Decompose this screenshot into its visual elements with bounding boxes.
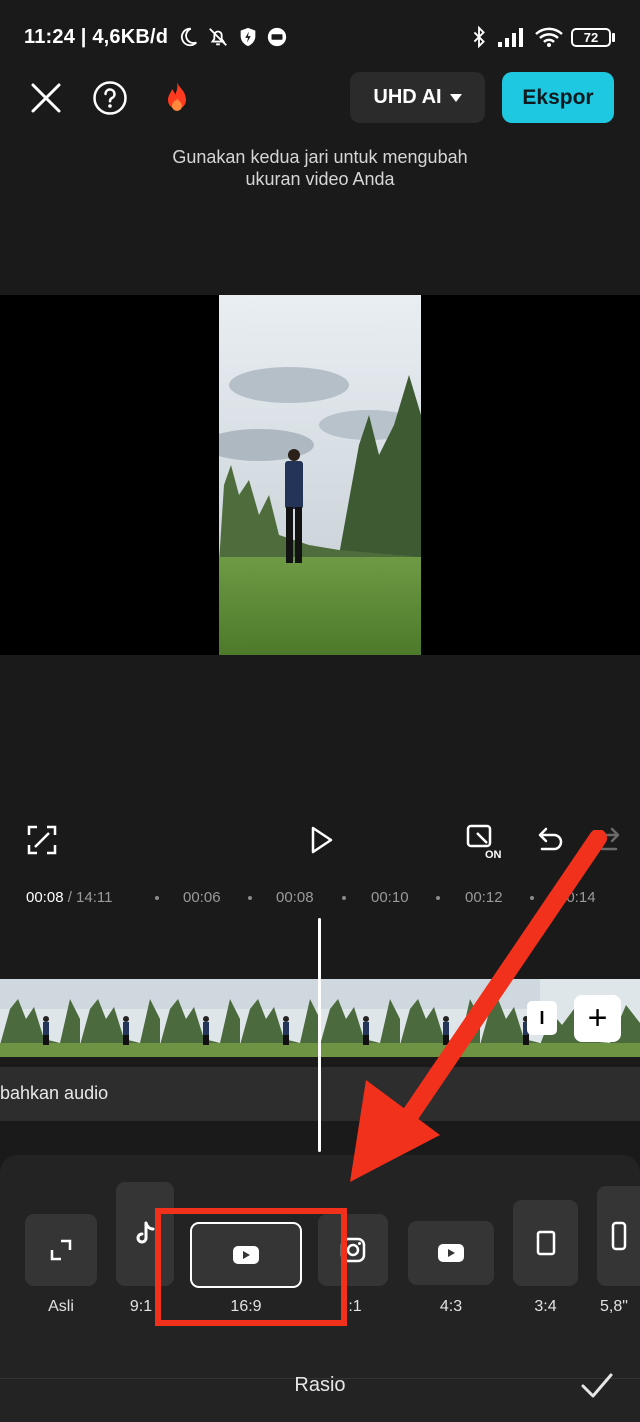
tiktok-icon (136, 1221, 155, 1244)
play-icon[interactable] (304, 823, 338, 857)
highlight-box-annotation (155, 1208, 347, 1326)
youtube-icon (438, 1244, 464, 1262)
phone-frame-icon (611, 1221, 626, 1251)
export-button[interactable]: Ekspor (502, 72, 614, 123)
help-icon[interactable] (92, 80, 128, 116)
app-notification-icon (267, 27, 287, 47)
flame-icon[interactable] (158, 80, 196, 116)
signal-icon (498, 28, 523, 47)
chevron-down-icon (449, 93, 462, 102)
video-frame-image (219, 295, 421, 655)
ratio-label-4-3: 4:3 (439, 1298, 463, 1315)
playhead[interactable] (318, 918, 321, 1152)
video-frame[interactable] (219, 295, 421, 655)
panel-title: Rasio (294, 1374, 346, 1396)
battery-level: 72 (583, 30, 599, 45)
shield-icon (240, 27, 256, 47)
battery-tip (612, 33, 615, 42)
close-icon[interactable] (28, 80, 64, 116)
moon-icon (180, 27, 197, 47)
hint-line-2: ukuran video Anda (245, 169, 395, 189)
resolution-label: UHD AI (373, 86, 442, 108)
total-duration: / 14:11 (67, 889, 113, 906)
resolution-dropdown[interactable]: UHD AI (350, 72, 485, 123)
ratio-option-4-3[interactable] (408, 1221, 494, 1285)
ruler-dot (248, 896, 252, 900)
ruler-tick: 00:08 (276, 889, 314, 906)
portrait-frame-icon (536, 1230, 555, 1256)
ratio-label-5-8-inch: 5,8" (600, 1298, 628, 1315)
current-time-value: 00:08 (26, 889, 64, 906)
ratio-option-original[interactable] (25, 1214, 97, 1286)
ratio-label-3-4: 3:4 (534, 1298, 557, 1315)
bluetooth-icon (473, 26, 485, 48)
wifi-icon (535, 27, 563, 47)
export-label: Ekspor (522, 85, 594, 109)
resize-hint: Gunakan kedua jari untuk mengubah ukuran… (0, 146, 640, 190)
add-audio-label: bahkan audio (0, 1083, 109, 1103)
fullscreen-icon[interactable] (25, 823, 59, 857)
bell-off-icon (209, 28, 227, 46)
status-time: 11:24 | 4,6KB/d (24, 26, 169, 48)
ruler-tick: 00:06 (183, 889, 221, 906)
ratio-label-original: Asli (48, 1298, 74, 1315)
ratio-option-3-4[interactable] (513, 1200, 578, 1286)
pointer-arrow-annotation (350, 830, 607, 1182)
ratio-option-5-8-inch[interactable] (597, 1186, 640, 1286)
confirm-check-icon[interactable] (580, 1371, 614, 1401)
crop-icon (50, 1239, 72, 1261)
battery-indicator: 72 (571, 28, 611, 47)
hint-line-1: Gunakan kedua jari untuk mengubah (172, 147, 468, 167)
ruler-dot (155, 896, 159, 900)
timeline-current-time: 00:08 / 14:11 (26, 889, 112, 906)
